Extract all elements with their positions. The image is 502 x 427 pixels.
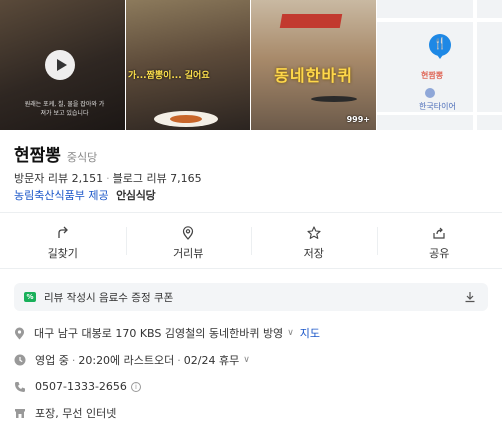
save-button[interactable]: 저장 [251, 213, 377, 268]
place-name: 현짬뽕 [14, 146, 61, 166]
directions-label: 길찾기 [47, 247, 78, 260]
photo-count-badge: 999+ [346, 115, 370, 124]
location-pin-icon [183, 226, 194, 240]
clock-icon [14, 354, 26, 366]
save-label: 저장 [303, 247, 324, 260]
photo-caption: 가...짬뽕이... 길어요 [128, 71, 210, 81]
map-road [377, 112, 502, 115]
info-icon[interactable]: i [130, 381, 141, 392]
action-bar: 길찾기 거리뷰 저장 공유 [0, 212, 502, 269]
download-icon[interactable] [464, 291, 476, 303]
map-pin-label: 현짬뽕 [421, 71, 444, 80]
store-icon [15, 409, 25, 418]
video-subtitle: 원래는 포케, 칠, 물을 잡아와 가져가 보고 있습니다 [24, 101, 105, 117]
certification-row: 농림축산식품부 제공 안심식당 [14, 187, 156, 203]
share-label: 공유 [429, 247, 450, 260]
share-icon [433, 227, 445, 239]
map-road [377, 18, 502, 22]
directions-icon [58, 226, 68, 238]
amenities-text: 포장, 무선 인터넷 [35, 407, 117, 420]
photo-thumbnail-2[interactable]: 가...짬뽕이... 길어요 [126, 0, 250, 130]
photo-thumbnail-3[interactable]: 동네한바퀴 999+ [251, 0, 376, 130]
awning-image [279, 14, 343, 28]
restaurant-pin-icon: 🍴 [429, 34, 451, 59]
phone-number[interactable]: 0507-1333-2656 [35, 380, 127, 393]
table-image [311, 96, 357, 102]
photo-gallery[interactable]: 원래는 포케, 칠, 물을 잡아와 가져가 보고 있습니다 가...짬뽕이...… [0, 0, 502, 130]
certification-source-link[interactable]: 농림축산식품부 제공 [14, 189, 109, 202]
map-link[interactable]: 지도 [300, 325, 320, 341]
directions-button[interactable]: 길찾기 [0, 213, 126, 268]
share-button[interactable]: 공유 [376, 213, 502, 268]
dish-image [154, 111, 218, 127]
hours-status: 영업 중 [35, 354, 69, 367]
coupon-icon: % [24, 292, 36, 302]
phone-row: 0507-1333-2656 i [14, 380, 141, 393]
location-pin-icon [15, 327, 24, 339]
review-summary: 방문자 리뷰 2,151 · 블로그 리뷰 7,165 [14, 172, 202, 185]
play-icon[interactable] [45, 50, 75, 80]
hours-row[interactable]: 영업 중 · 20:20에 라스트오더 · 02/24 휴무 ∨ [14, 352, 250, 368]
blog-reviews-link[interactable]: 블로그 리뷰 7,165 [113, 172, 202, 185]
visitor-reviews-link[interactable]: 방문자 리뷰 2,151 [14, 172, 103, 185]
poi-marker-icon [425, 88, 435, 98]
coupon-text: 리뷰 작성시 음료수 증정 쿠폰 [44, 291, 174, 304]
phone-icon [15, 381, 25, 392]
star-icon [307, 226, 321, 239]
storefront-sign: 동네한바퀴 [274, 66, 353, 85]
coupon-banner[interactable]: % 리뷰 작성시 음료수 증정 쿠폰 [14, 283, 488, 311]
map-poi-label: 한국타이어 [419, 102, 456, 111]
hours-detail: 20:20에 라스트오더 [78, 354, 175, 367]
amenities-row: 포장, 무선 인터넷 [14, 405, 116, 421]
safe-restaurant-badge: 안심식당 [116, 189, 156, 202]
address-text: 대구 남구 대봉로 170 KBS 김영철의 동네한바퀴 방영 [34, 327, 284, 340]
street-view-label: 거리뷰 [173, 247, 204, 260]
place-category: 중식당 [66, 151, 98, 164]
video-thumbnail[interactable]: 원래는 포케, 칠, 물을 잡아와 가져가 보고 있습니다 [0, 0, 125, 130]
place-header: 현짬뽕 중식당 [14, 141, 97, 166]
chevron-down-icon[interactable]: ∨ [243, 355, 250, 365]
street-view-button[interactable]: 거리뷰 [125, 213, 252, 268]
address-row: 대구 남구 대봉로 170 KBS 김영철의 동네한바퀴 방영 ∨ 지도 [14, 325, 320, 341]
map-thumbnail[interactable]: 🍴 현짬뽕 한국타이어 [377, 0, 502, 130]
map-road [473, 0, 477, 130]
closed-day: 02/24 휴무 [183, 354, 240, 367]
chevron-down-icon[interactable]: ∨ [287, 328, 294, 338]
